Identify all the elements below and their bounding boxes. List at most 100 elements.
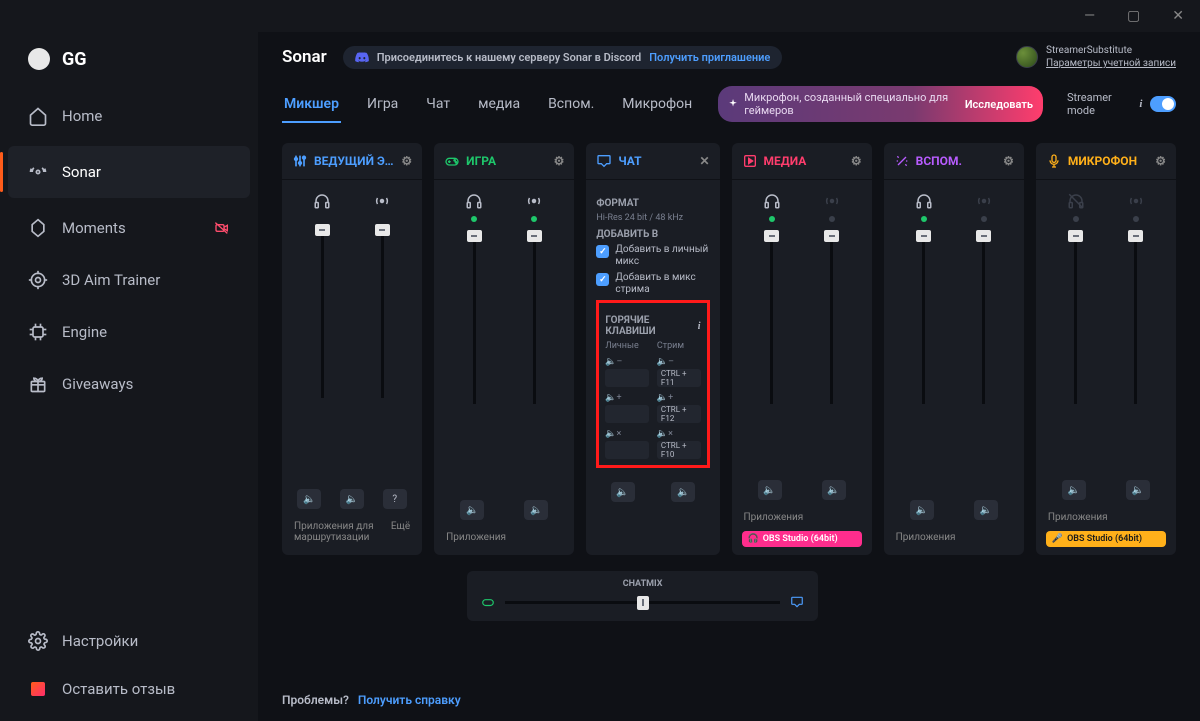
tab-aux[interactable]: Вспом. <box>546 86 596 122</box>
tab-media[interactable]: медиа <box>476 86 522 122</box>
app-chip-obs[interactable]: 🎧 OBS Studio (64bit) <box>742 531 862 547</box>
tab-game[interactable]: Игра <box>365 86 400 122</box>
sidebar-item-settings[interactable]: Настройки <box>0 617 258 665</box>
volume-slider-stream[interactable] <box>533 234 536 404</box>
mute-button-stream[interactable]: 🔈 <box>340 489 364 509</box>
channel-settings-button[interactable]: ⚙ <box>401 154 412 168</box>
headphones-off-icon[interactable] <box>1067 192 1085 210</box>
hotkey-input-personal-up[interactable] <box>605 405 649 423</box>
channel-title: ЧАТ <box>618 154 693 168</box>
app-chip-obs[interactable]: 🎤 OBS Studio (64bit) <box>1046 531 1166 547</box>
footer-help-link[interactable]: Получить справку <box>358 693 461 707</box>
hotkey-input-stream-down[interactable]: CTRL + F11 <box>657 369 701 387</box>
channel-settings-button[interactable]: ⚙ <box>554 154 565 168</box>
feedback-icon <box>28 679 48 699</box>
tab-chat[interactable]: Чат <box>424 86 452 122</box>
mute-button-personal[interactable]: 🔈 <box>460 500 484 520</box>
logo: GG <box>0 40 258 90</box>
headphones-icon[interactable] <box>763 192 781 210</box>
mute-button-stream[interactable]: 🔈 <box>671 482 695 502</box>
channel-title: ВСПОМ. <box>916 154 997 168</box>
apps-label: Приложения <box>446 532 506 543</box>
channel-media: МЕДИА ⚙ 🔈 <box>732 143 872 555</box>
headphones-icon[interactable] <box>465 192 483 210</box>
broadcast-icon[interactable] <box>525 192 543 210</box>
mute-button-stream[interactable]: 🔈 <box>1126 480 1150 500</box>
volume-slider-stream[interactable] <box>982 234 985 404</box>
sidebar-item-home[interactable]: Home <box>0 90 258 142</box>
info-icon[interactable]: i <box>698 321 701 332</box>
format-value: Hi-Res 24 bit / 48 kHz <box>596 213 709 223</box>
sidebar-item-engine[interactable]: Engine <box>0 306 258 358</box>
sidebar-item-giveaways[interactable]: Giveaways <box>0 358 258 410</box>
sidebar-item-label: Moments <box>62 219 126 237</box>
volume-slider-personal[interactable] <box>321 228 324 398</box>
apps-more-link[interactable]: Ещё <box>391 521 410 543</box>
mute-button-personal[interactable]: 🔈 <box>910 500 934 520</box>
minimize-button[interactable]: — <box>1076 4 1103 28</box>
chat-icon <box>790 595 804 609</box>
volume-slider-stream[interactable] <box>830 234 833 404</box>
sidebar-item-moments[interactable]: Moments <box>0 202 258 254</box>
hotkey-input-stream-mute[interactable]: CTRL + F10 <box>657 441 701 459</box>
mute-button-stream[interactable]: 🔈 <box>974 500 998 520</box>
mute-button-personal[interactable]: 🔈 <box>297 489 321 509</box>
broadcast-icon[interactable] <box>373 192 391 210</box>
vol-mute-icon: 🔈× <box>605 429 649 439</box>
sidebar-item-aim-trainer[interactable]: 3D Aim Trainer <box>0 254 258 306</box>
format-label: ФОРМАТ <box>596 198 709 209</box>
gift-icon <box>28 374 48 394</box>
discord-link-text: Получить приглашение <box>649 51 770 64</box>
sidebar-item-label: Home <box>62 107 102 125</box>
checkbox-add-stream[interactable]: Добавить в микс стрима <box>596 272 709 296</box>
hotkey-input-personal-down[interactable] <box>605 369 649 387</box>
tab-mic[interactable]: Микрофон <box>620 86 694 122</box>
mute-button-personal[interactable]: 🔈 <box>758 480 782 500</box>
hotkey-col-personal: Личные <box>605 341 649 351</box>
checkbox-add-personal[interactable]: Добавить в личный микс <box>596 244 709 268</box>
checkbox-icon <box>596 273 609 286</box>
footer: Проблемы? Получить справку <box>258 683 1200 721</box>
close-window-button[interactable]: ✕ <box>1164 4 1192 28</box>
volume-slider-personal[interactable] <box>473 234 476 404</box>
tab-mixer[interactable]: Микшер <box>282 86 341 122</box>
gamepad-icon <box>444 153 460 169</box>
checkbox-icon <box>596 245 609 258</box>
headphones-icon[interactable] <box>313 192 331 210</box>
maximize-button[interactable]: ▢ <box>1119 4 1148 28</box>
mute-button-personal[interactable]: 🔈 <box>1062 480 1086 500</box>
volume-slider-personal[interactable] <box>770 234 773 404</box>
account-settings-link[interactable]: Параметры учетной записи <box>1046 57 1176 70</box>
volume-slider-stream[interactable] <box>381 228 384 398</box>
user-area[interactable]: StreamerSubstitute Параметры учетной зап… <box>1016 44 1176 70</box>
mute-button-personal[interactable]: 🔈 <box>611 482 635 502</box>
broadcast-icon[interactable] <box>975 192 993 210</box>
volume-slider-personal[interactable] <box>1074 234 1077 404</box>
channel-settings-button[interactable]: ⚙ <box>1003 154 1014 168</box>
info-icon[interactable]: i <box>1139 98 1142 110</box>
chatmix-slider[interactable] <box>505 601 781 604</box>
close-panel-button[interactable]: ✕ <box>699 154 709 168</box>
toggle-switch[interactable] <box>1150 96 1176 112</box>
streamer-mode-label: Streamer mode <box>1067 91 1131 117</box>
broadcast-icon[interactable] <box>823 192 841 210</box>
channel-settings-button[interactable]: ⚙ <box>1155 154 1166 168</box>
sidebar-item-feedback[interactable]: Оставить отзыв <box>0 665 258 713</box>
channel-settings-button[interactable]: ⚙ <box>851 154 862 168</box>
hotkey-input-personal-mute[interactable] <box>605 441 649 459</box>
promo-pill[interactable]: Микрофон, созданный специально для гейме… <box>718 86 1043 122</box>
discord-invite-pill[interactable]: Присоединитесь к нашему серверу Sonar в … <box>343 46 783 69</box>
target-icon <box>28 270 48 290</box>
app-chip-label: OBS Studio (64bit) <box>1067 534 1142 544</box>
mute-button-stream[interactable]: 🔈 <box>822 480 846 500</box>
mute-button-stream[interactable]: 🔈 <box>524 500 548 520</box>
mic-icon: 🎤 <box>1052 534 1063 544</box>
apps-label: Приложения <box>896 532 956 543</box>
broadcast-icon[interactable] <box>1127 192 1145 210</box>
volume-slider-personal[interactable] <box>922 234 925 404</box>
help-button[interactable]: ? <box>383 489 407 509</box>
hotkey-input-stream-up[interactable]: CTRL + F12 <box>657 405 701 423</box>
volume-slider-stream[interactable] <box>1134 234 1137 404</box>
sidebar-item-sonar[interactable]: Sonar <box>8 146 250 198</box>
headphones-icon[interactable] <box>915 192 933 210</box>
